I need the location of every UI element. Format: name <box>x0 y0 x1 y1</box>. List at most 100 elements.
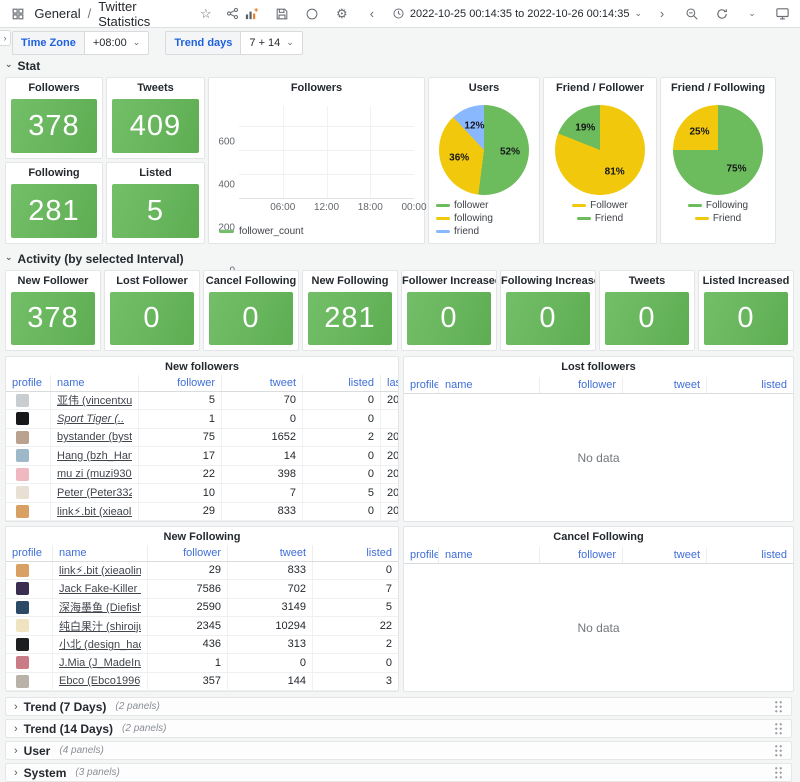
column-header[interactable]: follower <box>148 545 228 561</box>
panel-title[interactable]: New Following <box>303 271 397 291</box>
analytics-icon[interactable] <box>242 4 262 24</box>
panel-title[interactable]: Listed Increased <box>699 271 793 291</box>
column-header[interactable]: tweet <box>228 545 313 561</box>
legend-item[interactable]: Friend <box>695 213 741 224</box>
page-title[interactable]: Twitter Statistics <box>98 0 189 29</box>
column-header[interactable]: follower <box>540 377 623 393</box>
column-header[interactable]: profile <box>404 547 439 563</box>
legend-item[interactable]: follower <box>436 200 488 211</box>
legend-item[interactable]: Follower <box>572 200 628 211</box>
user-link[interactable]: bystander (bystand.. <box>57 431 132 443</box>
user-link[interactable]: Hang (bzh_Hang) <box>57 450 132 462</box>
dashboard-grid-icon[interactable] <box>8 4 27 24</box>
zoom-out-icon[interactable] <box>682 4 702 24</box>
panel-title[interactable]: New followers <box>6 357 398 375</box>
user-link[interactable]: link⚡.bit (xieaolin) <box>57 505 132 518</box>
panel-title[interactable]: Follower Increased <box>402 271 496 291</box>
panel-title[interactable]: Followers <box>209 78 424 98</box>
panel-title[interactable]: New Follower <box>6 271 100 291</box>
panel-title[interactable]: Friend / Following <box>661 78 775 98</box>
column-header[interactable]: listed <box>303 375 381 391</box>
save-dashboard-icon[interactable] <box>272 4 292 24</box>
user-link[interactable]: link⚡.bit (xieaolin) <box>59 564 141 577</box>
legend-item[interactable]: following <box>436 213 493 224</box>
time-shift-back-button[interactable]: ‹ <box>362 4 382 24</box>
share-icon[interactable] <box>223 4 242 24</box>
profile-cell <box>6 617 53 635</box>
panel-title[interactable]: Following <box>6 163 102 183</box>
user-link[interactable]: 深海墨鱼 (Diefish666) <box>59 599 141 615</box>
legend-item[interactable]: friend <box>436 226 479 237</box>
column-header[interactable]: listed <box>313 545 398 561</box>
sidebar-expand-button[interactable]: › <box>0 30 11 46</box>
refresh-interval-dropdown[interactable]: ⌄ <box>742 4 762 24</box>
time-shift-forward-button[interactable]: › <box>652 4 672 24</box>
panel-title[interactable]: Friend / Follower <box>544 78 656 98</box>
settings-gear-icon[interactable]: ⚙ <box>332 4 352 24</box>
breadcrumb-folder[interactable]: General <box>34 6 80 21</box>
panel-title[interactable]: Lost followers <box>404 357 793 377</box>
dashboard-row-header[interactable]: › User (4 panels) <box>5 741 792 760</box>
row-header-stat[interactable]: ⌄ Stat <box>5 57 795 74</box>
panel-title[interactable]: Cancel Following <box>404 527 793 547</box>
panel-title[interactable]: Following Increased <box>501 271 595 291</box>
pie-chart[interactable]: 81%19% <box>555 105 645 195</box>
user-link[interactable]: J.Mia (J_MadeInApril) <box>59 657 141 669</box>
dashboard-row-header[interactable]: › System (3 panels) <box>5 763 792 782</box>
pie-chart[interactable]: 52%36%12% <box>439 105 529 195</box>
column-header[interactable]: profile <box>6 545 53 561</box>
timezone-select[interactable]: +08:00⌄ <box>84 31 150 55</box>
kiosk-monitor-icon[interactable] <box>772 4 792 24</box>
dashboard-row-header[interactable]: › Trend (14 Days) (2 panels) <box>5 719 792 738</box>
panel-title[interactable]: Listed <box>107 163 204 183</box>
column-header[interactable]: tweet <box>623 377 707 393</box>
drag-handle-icon[interactable] <box>774 722 783 735</box>
column-header[interactable]: profile <box>404 377 439 393</box>
drag-handle-icon[interactable] <box>774 744 783 757</box>
dashboard-row-header[interactable]: › Trend (7 Days) (2 panels) <box>5 697 792 716</box>
column-header[interactable]: name <box>439 377 540 393</box>
column-header[interactable]: listed <box>707 547 793 563</box>
column-header[interactable]: follower <box>139 375 222 391</box>
user-link[interactable]: Jack Fake-Killer (Phish.. <box>59 583 141 595</box>
panel-title[interactable]: Tweets <box>107 78 204 98</box>
column-header[interactable]: name <box>439 547 540 563</box>
column-header[interactable]: last <box>381 375 398 391</box>
column-header[interactable]: name <box>51 375 139 391</box>
panel-title[interactable]: Tweets <box>600 271 694 291</box>
row-header-activity[interactable]: ⌄ Activity (by selected Interval) <box>5 250 795 267</box>
panel-title[interactable]: Cancel Following <box>204 271 298 291</box>
user-link[interactable]: Peter (Peter332167.. <box>57 487 132 499</box>
time-range-picker[interactable]: 2022-10-25 00:14:35 to 2022-10-26 00:14:… <box>392 7 642 20</box>
user-link[interactable]: 纯白果汁 (shiroijusu) <box>59 618 141 634</box>
user-link[interactable]: Ebco (Ebco1996) <box>59 675 141 687</box>
user-link[interactable]: 亚伟 (vincentxu1318) <box>57 392 132 408</box>
legend-item[interactable]: Friend <box>577 213 623 224</box>
column-header[interactable]: tweet <box>623 547 707 563</box>
trend-days-variable[interactable]: Trend days 7 + 14⌄ <box>165 31 303 55</box>
column-header[interactable]: listed <box>707 377 793 393</box>
panel-info-icon[interactable] <box>302 4 322 24</box>
column-header[interactable]: name <box>53 545 148 561</box>
drag-handle-icon[interactable] <box>774 766 783 779</box>
profile-cell <box>6 654 53 672</box>
column-header[interactable]: profile <box>6 375 51 391</box>
timezone-variable[interactable]: Time Zone +08:00⌄ <box>12 31 149 55</box>
column-header[interactable]: follower <box>540 547 623 563</box>
chart-legend[interactable]: follower_count <box>219 226 303 237</box>
refresh-icon[interactable] <box>712 4 732 24</box>
legend-item[interactable]: Following <box>688 200 748 211</box>
user-link[interactable]: mu zi (muzi930409.. <box>57 468 132 480</box>
column-header[interactable]: tweet <box>222 375 303 391</box>
chart-plot-area[interactable] <box>239 106 414 199</box>
star-icon[interactable]: ☆ <box>196 4 215 24</box>
panel-title[interactable]: New Following <box>6 527 398 545</box>
pie-chart[interactable]: 75%25% <box>673 105 763 195</box>
drag-handle-icon[interactable] <box>774 700 783 713</box>
user-link[interactable]: Sport Tiger (.. <box>57 413 124 425</box>
user-link[interactable]: 小北 (design_hacking) <box>59 636 141 652</box>
trend-days-select[interactable]: 7 + 14⌄ <box>240 31 302 55</box>
panel-title[interactable]: Lost Follower <box>105 271 199 291</box>
panel-title[interactable]: Followers <box>6 78 102 98</box>
panel-title[interactable]: Users <box>429 78 539 98</box>
